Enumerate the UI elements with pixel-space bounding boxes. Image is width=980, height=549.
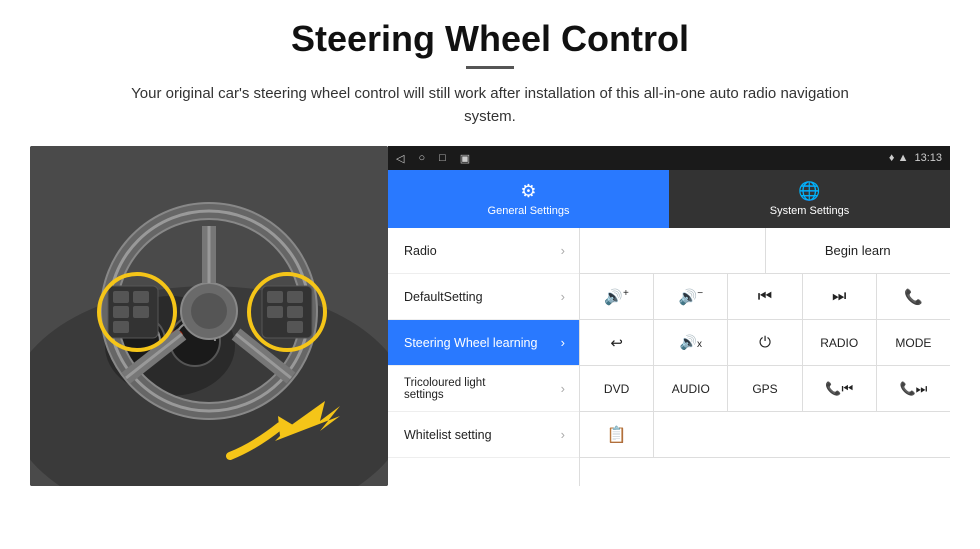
vol-down-button[interactable]: 🔊− [654,274,728,319]
call-button[interactable]: 📞 [877,274,950,319]
power-button[interactable]: ⏻ [728,320,802,365]
title-divider [466,66,514,69]
ctrl-row-3: ↩ 🔊x ⏻ RADIO MODE [580,320,950,366]
general-settings-label: General Settings [488,205,570,217]
status-bar: ◁ ○ □ ▣ ♦ ▲ 13:13 [388,146,950,170]
tab-general[interactable]: ⚙ General Settings [388,170,669,228]
mode-label: MODE [895,336,931,350]
tel-prev-icon: 📞⏮ [825,381,853,397]
menu-item-default-setting[interactable]: DefaultSetting › [388,274,579,320]
clock: 13:13 [914,152,942,164]
nav-icons: ◁ ○ □ ▣ [396,152,470,165]
general-settings-icon: ⚙ [520,181,536,202]
gps-button[interactable]: GPS [728,366,802,411]
menu-nav-icon[interactable]: ▣ [460,152,470,165]
arrow-icon: › [561,381,565,396]
system-settings-icon: 🌐 [798,181,820,202]
menu-item-tricoloured[interactable]: Tricoloured lightsettings › [388,366,579,412]
tel-prev-button[interactable]: 📞⏮ [803,366,877,411]
radio-label: RADIO [820,336,858,350]
vol-up-button[interactable]: 🔊+ [580,274,654,319]
next-track-icon: ⏭ [832,288,846,306]
list-icon: 📋 [607,425,627,445]
settings-tabs: ⚙ General Settings 🌐 System Settings [388,170,950,228]
status-right: ♦ ▲ 13:13 [889,152,942,164]
tel-next-button[interactable]: 📞⏭ [877,366,950,411]
call-icon: 📞 [904,288,923,306]
mode-button[interactable]: MODE [877,320,950,365]
tel-next-icon: 📞⏭ [899,381,927,397]
system-settings-label: System Settings [770,205,849,217]
ctrl-row-2: 🔊+ 🔊− ⏮ ⏭ 📞 [580,274,950,320]
back-nav-icon[interactable]: ◁ [396,152,404,165]
list-button[interactable]: 📋 [580,412,654,457]
vol-up-icon: 🔊+ [604,288,629,306]
page-title: Steering Wheel Control [291,18,689,60]
android-ui: ◁ ○ □ ▣ ♦ ▲ 13:13 ⚙ General Settings 🌐 [388,146,950,486]
back-icon: ↩ [610,334,623,352]
mute-icon: 🔊x [680,334,702,351]
car-image [30,146,388,486]
main-content: ◁ ○ □ ▣ ♦ ▲ 13:13 ⚙ General Settings 🌐 [30,146,950,486]
power-icon: ⏻ [759,334,771,351]
car-steering-image [30,146,388,486]
next-track-button[interactable]: ⏭ [803,274,877,319]
signal-icon: ♦ ▲ [889,152,909,164]
mute-button[interactable]: 🔊x [654,320,728,365]
arrow-icon: › [561,289,565,304]
ctrl-row-begin-learn: Begin learn [580,228,950,274]
prev-track-button[interactable]: ⏮ [728,274,802,319]
audio-button[interactable]: AUDIO [654,366,728,411]
menu-item-whitelist[interactable]: Whitelist setting › [388,412,579,458]
dvd-button[interactable]: DVD [580,366,654,411]
vol-down-icon: 🔊− [679,288,704,306]
menu-item-steering-wheel[interactable]: Steering Wheel learning › [388,320,579,366]
tab-system[interactable]: 🌐 System Settings [669,170,950,228]
menu-list: Radio › DefaultSetting › Steering Wheel … [388,228,580,486]
radio-button[interactable]: RADIO [803,320,877,365]
dvd-label: DVD [604,382,629,396]
home-nav-icon[interactable]: ○ [418,152,425,164]
ctrl-row-4: DVD AUDIO GPS 📞⏮ 📞⏭ [580,366,950,412]
ctrl-empty-cell [580,228,766,273]
prev-track-icon: ⏮ [758,288,772,306]
audio-label: AUDIO [672,382,710,396]
controls-panel: Begin learn 🔊+ 🔊− ⏮ [580,228,950,486]
menu-item-radio[interactable]: Radio › [388,228,579,274]
menu-controls-area: Radio › DefaultSetting › Steering Wheel … [388,228,950,486]
arrow-icon: › [561,427,565,442]
page-description: Your original car's steering wheel contr… [110,83,870,128]
begin-learn-button[interactable]: Begin learn [766,228,951,273]
gps-label: GPS [752,382,777,396]
arrow-icon: › [561,335,565,350]
arrow-icon: › [561,243,565,258]
recents-nav-icon[interactable]: □ [439,152,446,164]
back-button[interactable]: ↩ [580,320,654,365]
ctrl-row-5: 📋 [580,412,950,458]
